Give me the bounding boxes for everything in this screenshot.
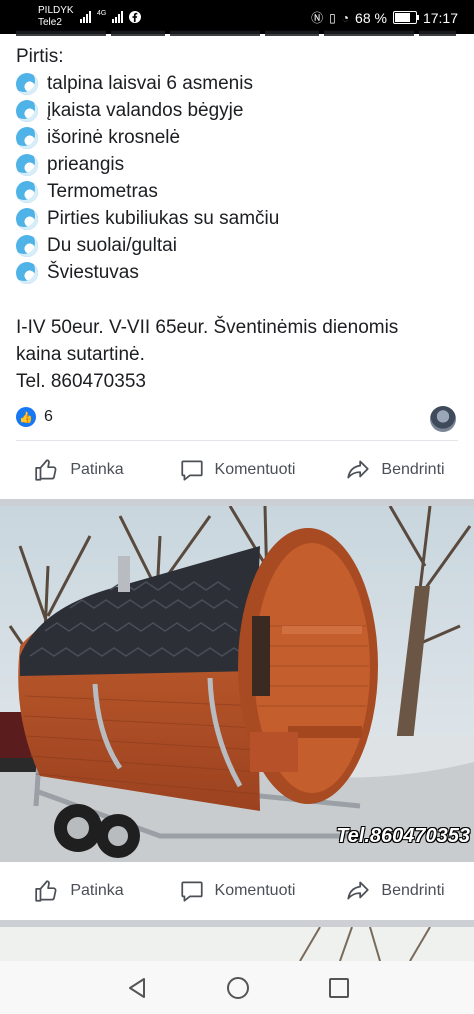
list-item: Šviestuvas: [16, 259, 279, 286]
like-reaction-icon: 👍: [16, 407, 36, 427]
feature-text: talpina laisvai 6 asmenis: [47, 72, 253, 94]
carrier-line-1: PILDYK: [38, 5, 74, 16]
network-type: 4G: [97, 10, 107, 17]
reactor-avatar[interactable]: [430, 406, 456, 432]
photo-watermark: Tel.860470353: [336, 825, 470, 847]
comment-button[interactable]: Komentuoti: [158, 446, 316, 494]
share-label: Bendrinti: [381, 882, 445, 899]
price-info: I-IV 50eur. V-VII 65eur. Šventinėmis die…: [16, 314, 456, 395]
list-item: Pirties kubiliukas su samčiu: [16, 205, 279, 232]
list-item: Termometras: [16, 178, 279, 205]
home-icon[interactable]: [227, 977, 249, 999]
list-item: prieangis: [16, 151, 279, 178]
like-label: Patinka: [70, 461, 124, 478]
comment-label: Komentuoti: [214, 882, 296, 899]
comment-button[interactable]: Komentuoti: [158, 867, 316, 915]
list-item: įkaista valandos bėgyje: [16, 97, 279, 124]
comment-icon: [180, 460, 203, 481]
share-button[interactable]: Bendrinti: [316, 867, 474, 915]
wave-emoji-icon: [16, 180, 38, 203]
photo-actions: Patinka Komentuoti Bendrinti: [0, 867, 474, 915]
facebook-notification-icon: [129, 11, 142, 23]
signal-area: 4G: [80, 10, 142, 23]
feature-text: Šviestuvas: [47, 261, 139, 283]
wave-emoji-icon: [16, 234, 38, 257]
like-button[interactable]: Patinka: [0, 867, 158, 915]
share-label: Bendrinti: [381, 461, 445, 478]
wave-emoji-icon: [16, 153, 38, 176]
list-item: išorinė krosnelė: [16, 124, 279, 151]
signal-icon: [80, 11, 91, 23]
nfc-icon: Ⓝ: [311, 11, 324, 25]
reaction-count: 6: [44, 408, 53, 425]
share-icon: [347, 881, 370, 900]
reaction-summary[interactable]: 👍 6: [16, 407, 53, 427]
battery-percent: 68 %: [355, 9, 387, 26]
wifi-icon: ◔: [341, 10, 350, 25]
signal-icon-2: [112, 11, 124, 23]
share-icon: [347, 460, 370, 479]
status-right: Ⓝ ▯ ◔ 68 % 17:17: [311, 9, 458, 26]
vibrate-icon: ▯: [329, 10, 336, 25]
feature-text: įkaista valandos bėgyje: [47, 99, 244, 121]
post-photo[interactable]: [0, 506, 474, 862]
feature-text: Pirties kubiliukas su samčiu: [47, 207, 280, 229]
back-icon[interactable]: [127, 977, 147, 999]
battery-icon: [392, 11, 419, 24]
next-photo-image: [0, 927, 474, 961]
clock: 17:17: [422, 9, 458, 26]
divider-line: [16, 440, 458, 441]
wave-emoji-icon: [16, 99, 38, 122]
feature-list: talpina laisvai 6 asmenis įkaista valand…: [16, 70, 279, 286]
photo-bottom-edge: [0, 862, 474, 863]
price-line-2: kaina sutartinė.: [16, 344, 145, 365]
thumbs-up-icon: [35, 880, 57, 902]
like-button[interactable]: Patinka: [0, 446, 158, 494]
recent-apps-icon[interactable]: [329, 978, 349, 998]
like-label: Patinka: [70, 882, 124, 899]
wave-emoji-icon: [16, 207, 38, 230]
post-divider: [0, 499, 474, 506]
price-line-1: I-IV 50eur. V-VII 65eur. Šventinėmis die…: [16, 317, 399, 338]
feature-text: Du suolai/gultai: [47, 234, 177, 256]
post-heading: Pirtis:: [16, 46, 64, 67]
comment-icon: [180, 881, 203, 902]
barrel-sauna-image: [0, 506, 474, 862]
next-photo-preview[interactable]: [0, 927, 474, 961]
share-button[interactable]: Bendrinti: [316, 446, 474, 494]
feature-text: prieangis: [47, 153, 125, 175]
feature-text: išorinė krosnelė: [47, 126, 181, 148]
list-item: Du suolai/gultai: [16, 232, 279, 259]
list-item: talpina laisvai 6 asmenis: [16, 70, 279, 97]
wave-emoji-icon: [16, 261, 38, 284]
feature-text: Termometras: [47, 180, 158, 202]
cutoff-text-line: ▬▬▬▬▬ ▬▬▬ ▬▬▬▬▬ ▬▬▬ ▬▬▬▬▬ ▬▬▬: [16, 26, 456, 40]
post-actions: Patinka Komentuoti Bendrinti: [0, 446, 474, 494]
comment-label: Komentuoti: [214, 461, 296, 478]
thumbs-up-icon: [35, 459, 57, 481]
wave-emoji-icon: [16, 126, 38, 149]
wave-emoji-icon: [16, 72, 38, 95]
cutoff-text: ▬▬▬▬▬ ▬▬▬ ▬▬▬▬▬ ▬▬▬ ▬▬▬▬▬ ▬▬▬: [16, 26, 456, 40]
post-divider: [0, 920, 474, 927]
phone-line[interactable]: Tel. 860470353: [16, 368, 456, 395]
